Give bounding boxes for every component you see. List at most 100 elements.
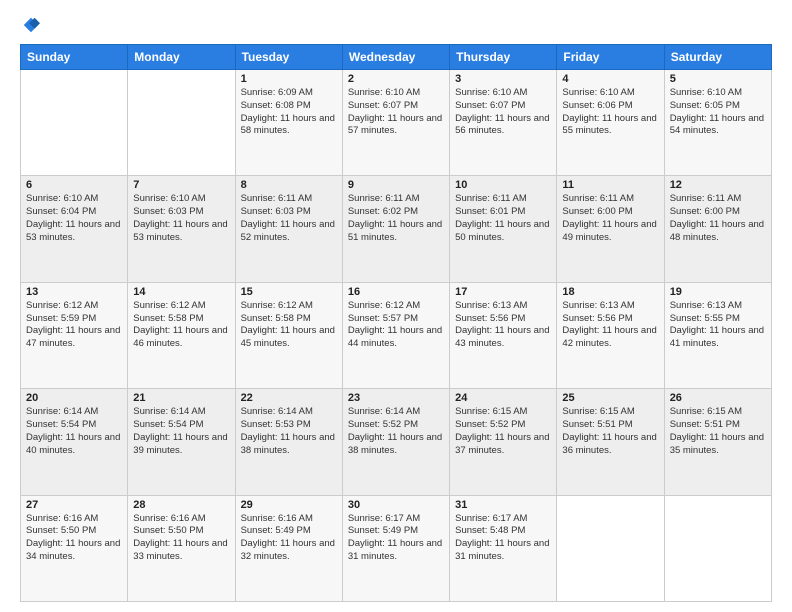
day-info: Sunrise: 6:10 AMSunset: 6:03 PMDaylight:… xyxy=(133,193,229,244)
day-cell: 6Sunrise: 6:10 AMSunset: 6:04 PMDaylight… xyxy=(21,176,128,282)
day-info: Sunrise: 6:10 AMSunset: 6:07 PMDaylight:… xyxy=(348,87,444,138)
day-cell: 4 Sunrise: 6:10 AMSunset: 6:06 PMDaylight… xyxy=(557,70,664,176)
week-row-4: 20 Sunrise: 6:14 AMSunset: 5:54 PMDayligh… xyxy=(21,389,772,495)
day-cell: 9 Sunrise: 6:11 AMSunset: 6:02 PMDaylight… xyxy=(342,176,449,282)
day-number: 1 xyxy=(241,73,337,85)
day-number: 7 xyxy=(133,179,229,191)
day-info: Sunrise: 6:14 AMSunset: 5:54 PMDaylight:… xyxy=(133,406,229,457)
day-info: Sunrise: 6:11 AMSunset: 6:01 PMDaylight:… xyxy=(455,193,551,244)
day-number: 23 xyxy=(348,392,444,404)
logo xyxy=(20,16,40,34)
day-info: Sunrise: 6:12 AMSunset: 5:58 PMDaylight:… xyxy=(133,300,229,351)
day-info: Sunrise: 6:10 AMSunset: 6:05 PMDaylight:… xyxy=(670,87,766,138)
day-number: 14 xyxy=(133,286,229,298)
day-info: Sunrise: 6:13 AMSunset: 5:55 PMDaylight:… xyxy=(670,300,766,351)
day-number: 31 xyxy=(455,499,551,511)
day-cell: 26Sunrise: 6:15 AMSunset: 5:51 PMDayligh… xyxy=(664,389,771,495)
day-info: Sunrise: 6:17 AMSunset: 5:48 PMDaylight:… xyxy=(455,513,551,564)
weekday-header-thursday: Thursday xyxy=(450,45,557,70)
day-cell: 29 Sunrise: 6:16 AMSunset: 5:49 PMDayligh… xyxy=(235,495,342,601)
day-number: 3 xyxy=(455,73,551,85)
day-info: Sunrise: 6:11 AMSunset: 6:03 PMDaylight:… xyxy=(241,193,337,244)
weekday-header-monday: Monday xyxy=(128,45,235,70)
logo-icon xyxy=(22,16,40,34)
day-cell: 8 Sunrise: 6:11 AMSunset: 6:03 PMDaylight… xyxy=(235,176,342,282)
day-number: 20 xyxy=(26,392,122,404)
day-cell: 25 Sunrise: 6:15 AMSunset: 5:51 PMDayligh… xyxy=(557,389,664,495)
day-info: Sunrise: 6:17 AMSunset: 5:49 PMDaylight:… xyxy=(348,513,444,564)
day-number: 5 xyxy=(670,73,766,85)
day-info: Sunrise: 6:09 AMSunset: 6:08 PMDaylight:… xyxy=(241,87,337,138)
day-cell: 5 Sunrise: 6:10 AMSunset: 6:05 PMDaylight… xyxy=(664,70,771,176)
day-cell xyxy=(664,495,771,601)
day-cell: 3 Sunrise: 6:10 AMSunset: 6:07 PMDaylight… xyxy=(450,70,557,176)
day-cell xyxy=(128,70,235,176)
day-cell: 13 Sunrise: 6:12 AMSunset: 5:59 PMDayligh… xyxy=(21,282,128,388)
day-cell: 24Sunrise: 6:15 AMSunset: 5:52 PMDayligh… xyxy=(450,389,557,495)
header xyxy=(20,16,772,34)
day-info: Sunrise: 6:10 AMSunset: 6:06 PMDaylight:… xyxy=(562,87,658,138)
day-number: 4 xyxy=(562,73,658,85)
day-info: Sunrise: 6:11 AMSunset: 6:00 PMDaylight:… xyxy=(562,193,658,244)
day-number: 8 xyxy=(241,179,337,191)
day-cell: 20 Sunrise: 6:14 AMSunset: 5:54 PMDayligh… xyxy=(21,389,128,495)
day-cell: 18 Sunrise: 6:13 AMSunset: 5:56 PMDayligh… xyxy=(557,282,664,388)
week-row-3: 13 Sunrise: 6:12 AMSunset: 5:59 PMDayligh… xyxy=(21,282,772,388)
day-info: Sunrise: 6:15 AMSunset: 5:52 PMDaylight:… xyxy=(455,406,551,457)
weekday-header-tuesday: Tuesday xyxy=(235,45,342,70)
day-number: 28 xyxy=(133,499,229,511)
day-cell: 10 Sunrise: 6:11 AMSunset: 6:01 PMDayligh… xyxy=(450,176,557,282)
calendar-table: SundayMondayTuesdayWednesdayThursdayFrid… xyxy=(20,44,772,602)
page: SundayMondayTuesdayWednesdayThursdayFrid… xyxy=(0,0,792,612)
week-row-5: 27 Sunrise: 6:16 AMSunset: 5:50 PMDayligh… xyxy=(21,495,772,601)
day-info: Sunrise: 6:16 AMSunset: 5:50 PMDaylight:… xyxy=(26,513,122,564)
day-cell: 2 Sunrise: 6:10 AMSunset: 6:07 PMDaylight… xyxy=(342,70,449,176)
weekday-header-wednesday: Wednesday xyxy=(342,45,449,70)
day-cell: 23 Sunrise: 6:14 AMSunset: 5:52 PMDayligh… xyxy=(342,389,449,495)
day-cell: 16 Sunrise: 6:12 AMSunset: 5:57 PMDayligh… xyxy=(342,282,449,388)
day-number: 17 xyxy=(455,286,551,298)
day-number: 18 xyxy=(562,286,658,298)
day-info: Sunrise: 6:16 AMSunset: 5:49 PMDaylight:… xyxy=(241,513,337,564)
day-cell: 21 Sunrise: 6:14 AMSunset: 5:54 PMDayligh… xyxy=(128,389,235,495)
day-cell: 11Sunrise: 6:11 AMSunset: 6:00 PMDayligh… xyxy=(557,176,664,282)
day-number: 27 xyxy=(26,499,122,511)
day-cell xyxy=(21,70,128,176)
day-number: 29 xyxy=(241,499,337,511)
day-number: 9 xyxy=(348,179,444,191)
weekday-header-sunday: Sunday xyxy=(21,45,128,70)
day-cell: 27 Sunrise: 6:16 AMSunset: 5:50 PMDayligh… xyxy=(21,495,128,601)
day-info: Sunrise: 6:10 AMSunset: 6:07 PMDaylight:… xyxy=(455,87,551,138)
day-cell: 30 Sunrise: 6:17 AMSunset: 5:49 PMDayligh… xyxy=(342,495,449,601)
day-cell: 15Sunrise: 6:12 AMSunset: 5:58 PMDayligh… xyxy=(235,282,342,388)
day-number: 25 xyxy=(562,392,658,404)
day-info: Sunrise: 6:12 AMSunset: 5:59 PMDaylight:… xyxy=(26,300,122,351)
weekday-header-row: SundayMondayTuesdayWednesdayThursdayFrid… xyxy=(21,45,772,70)
day-number: 10 xyxy=(455,179,551,191)
day-cell: 22Sunrise: 6:14 AMSunset: 5:53 PMDayligh… xyxy=(235,389,342,495)
day-info: Sunrise: 6:16 AMSunset: 5:50 PMDaylight:… xyxy=(133,513,229,564)
day-number: 15 xyxy=(241,286,337,298)
day-info: Sunrise: 6:15 AMSunset: 5:51 PMDaylight:… xyxy=(562,406,658,457)
day-number: 2 xyxy=(348,73,444,85)
day-info: Sunrise: 6:14 AMSunset: 5:54 PMDaylight:… xyxy=(26,406,122,457)
day-info: Sunrise: 6:15 AMSunset: 5:51 PMDaylight:… xyxy=(670,406,766,457)
day-cell: 14 Sunrise: 6:12 AMSunset: 5:58 PMDayligh… xyxy=(128,282,235,388)
day-info: Sunrise: 6:12 AMSunset: 5:57 PMDaylight:… xyxy=(348,300,444,351)
day-cell: 17Sunrise: 6:13 AMSunset: 5:56 PMDayligh… xyxy=(450,282,557,388)
day-number: 16 xyxy=(348,286,444,298)
day-cell: 31 Sunrise: 6:17 AMSunset: 5:48 PMDayligh… xyxy=(450,495,557,601)
day-number: 21 xyxy=(133,392,229,404)
day-cell: 28 Sunrise: 6:16 AMSunset: 5:50 PMDayligh… xyxy=(128,495,235,601)
week-row-2: 6Sunrise: 6:10 AMSunset: 6:04 PMDaylight… xyxy=(21,176,772,282)
day-info: Sunrise: 6:11 AMSunset: 6:02 PMDaylight:… xyxy=(348,193,444,244)
day-info: Sunrise: 6:11 AMSunset: 6:00 PMDaylight:… xyxy=(670,193,766,244)
day-number: 13 xyxy=(26,286,122,298)
day-cell: 12Sunrise: 6:11 AMSunset: 6:00 PMDayligh… xyxy=(664,176,771,282)
day-info: Sunrise: 6:10 AMSunset: 6:04 PMDaylight:… xyxy=(26,193,122,244)
day-number: 30 xyxy=(348,499,444,511)
day-info: Sunrise: 6:13 AMSunset: 5:56 PMDaylight:… xyxy=(562,300,658,351)
day-cell: 1 Sunrise: 6:09 AMSunset: 6:08 PMDaylight… xyxy=(235,70,342,176)
weekday-header-saturday: Saturday xyxy=(664,45,771,70)
day-info: Sunrise: 6:14 AMSunset: 5:52 PMDaylight:… xyxy=(348,406,444,457)
